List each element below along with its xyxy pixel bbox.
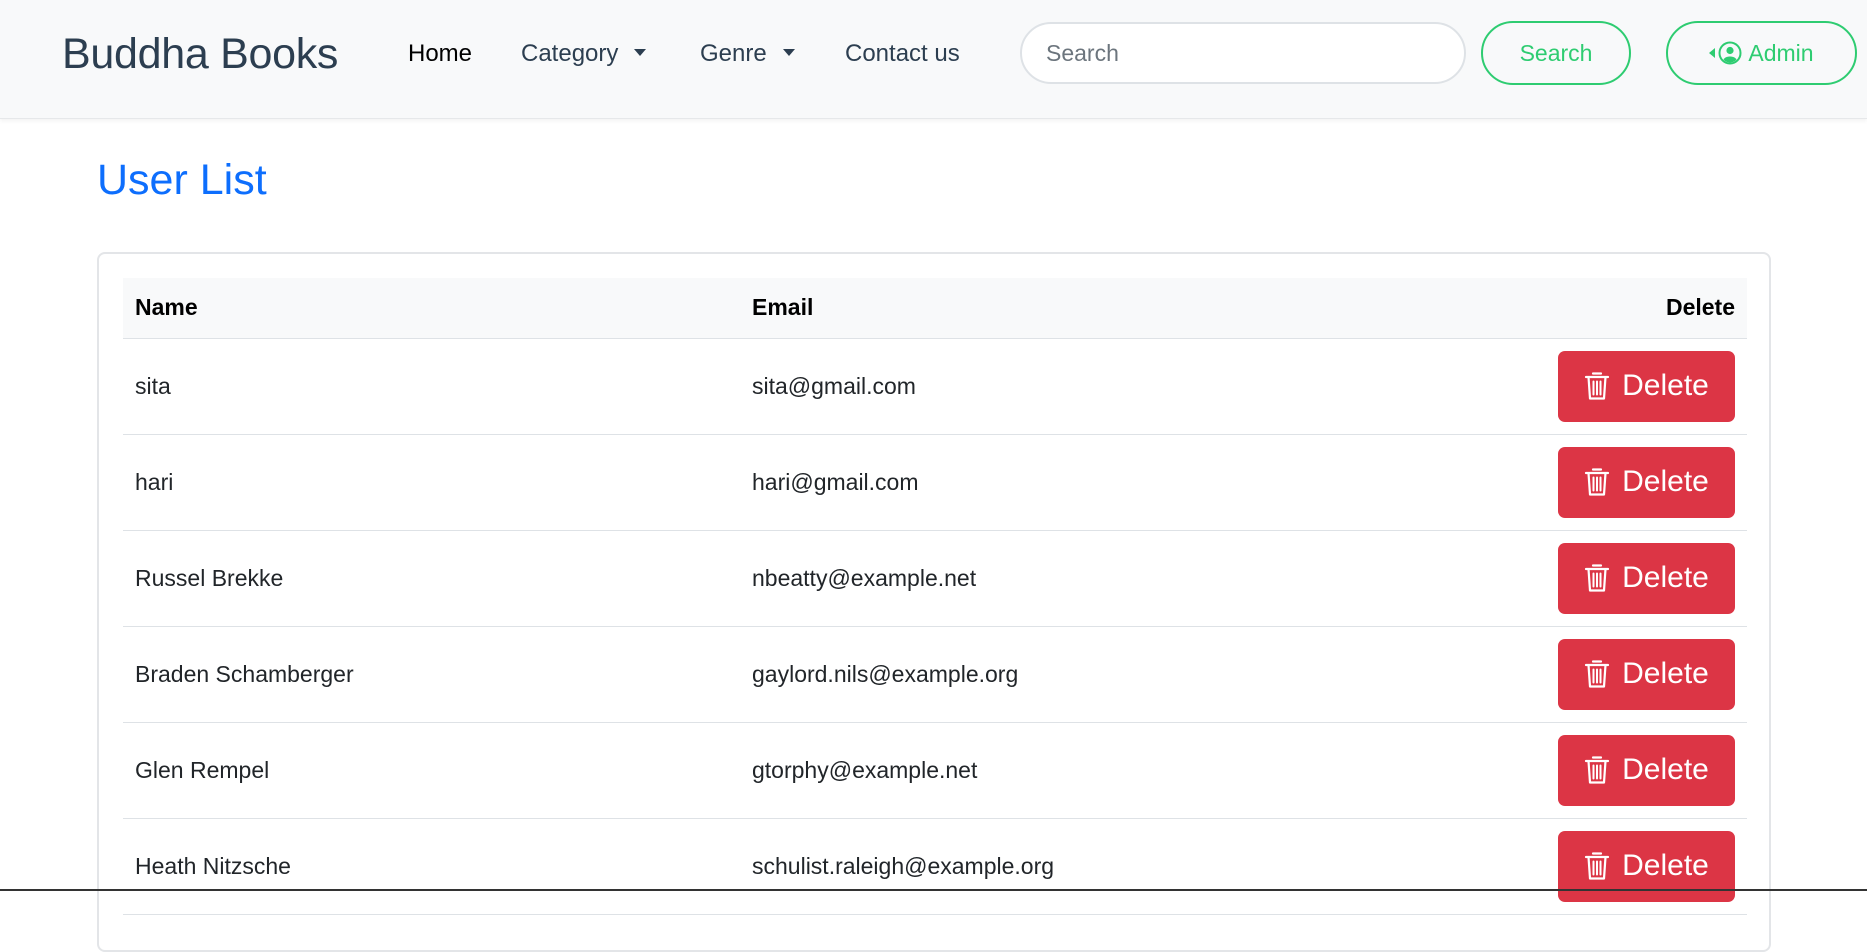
- delete-label: Delete: [1622, 561, 1709, 594]
- chevron-down-icon: [782, 49, 795, 56]
- trash-icon: [1585, 564, 1610, 592]
- brand-logo[interactable]: Buddha Books: [62, 26, 338, 82]
- table-row: Heath Nitzsche schulist.raleigh@example.…: [123, 818, 1747, 914]
- header-name: Name: [123, 278, 740, 339]
- user-name: Russel Brekke: [135, 564, 284, 591]
- user-email: nbeatty@example.net: [752, 564, 977, 591]
- search-button[interactable]: Search: [1481, 21, 1631, 85]
- user-circle-icon: [1718, 41, 1742, 65]
- chevron-down-icon: [634, 49, 647, 56]
- user-name: Heath Nitzsche: [135, 852, 291, 879]
- user-email: sita@gmail.com: [752, 372, 916, 399]
- table-row: Braden Schamberger gaylord.nils@example.…: [123, 626, 1747, 722]
- table-row: hari hari@gmail.com Delete: [123, 434, 1747, 530]
- user-name: Glen Rempel: [135, 756, 270, 783]
- delete-button[interactable]: Delete: [1558, 542, 1735, 614]
- table-row: sita sita@gmail.com Delete: [123, 338, 1747, 434]
- header-delete: Delete: [1534, 278, 1747, 339]
- admin-label: Admin: [1748, 39, 1814, 66]
- delete-label: Delete: [1622, 369, 1709, 402]
- delete-cell: Delete: [1534, 338, 1747, 434]
- delete-button[interactable]: Delete: [1558, 446, 1735, 518]
- caret-left-icon: [1709, 48, 1716, 58]
- nav-genre-label: Genre: [700, 40, 767, 67]
- trash-icon: [1585, 852, 1610, 880]
- table-row: Glen Rempel gtorphy@example.net Delete: [123, 722, 1747, 818]
- navbar: Buddha Books Home Category Genre Contact…: [0, 0, 1867, 119]
- delete-cell: Delete: [1534, 722, 1747, 818]
- delete-button[interactable]: Delete: [1558, 350, 1735, 422]
- user-name: sita: [135, 372, 171, 399]
- user-name: hari: [135, 468, 174, 495]
- trash-icon: [1585, 468, 1610, 496]
- nav-category-dropdown[interactable]: Category: [521, 38, 647, 70]
- table-header-row: Name Email Delete: [123, 278, 1747, 339]
- nav-genre-dropdown[interactable]: Genre: [700, 38, 795, 70]
- delete-label: Delete: [1622, 753, 1709, 786]
- trash-icon: [1585, 660, 1610, 688]
- user-email: schulist.raleigh@example.org: [752, 852, 1055, 879]
- nav-home[interactable]: Home: [408, 38, 472, 70]
- page-title: User List: [97, 156, 267, 204]
- admin-dropdown-button[interactable]: Admin: [1666, 21, 1857, 85]
- delete-cell: Delete: [1534, 818, 1747, 914]
- delete-label: Delete: [1622, 849, 1709, 882]
- nav-category-label: Category: [521, 40, 619, 67]
- trash-icon: [1585, 372, 1610, 400]
- user-email: gtorphy@example.net: [752, 756, 978, 783]
- nav-contact[interactable]: Contact us: [845, 38, 960, 70]
- delete-cell: Delete: [1534, 434, 1747, 530]
- user-name: Braden Schamberger: [135, 660, 354, 687]
- delete-cell: Delete: [1534, 626, 1747, 722]
- table-row: Russel Brekke nbeatty@example.net Delete: [123, 530, 1747, 626]
- header-email: Email: [740, 278, 1534, 339]
- search-input[interactable]: [1020, 22, 1466, 84]
- delete-label: Delete: [1622, 657, 1709, 690]
- delete-cell: Delete: [1534, 530, 1747, 626]
- delete-button[interactable]: Delete: [1558, 638, 1735, 710]
- trash-icon: [1585, 756, 1610, 784]
- delete-label: Delete: [1622, 465, 1709, 498]
- user-email: hari@gmail.com: [752, 468, 919, 495]
- user-list-card: Name Email Delete sita sita@gmail.com De…: [97, 252, 1771, 952]
- user-table: Name Email Delete sita sita@gmail.com De…: [123, 278, 1747, 915]
- user-email: gaylord.nils@example.org: [752, 660, 1019, 687]
- table-body: sita sita@gmail.com Delete hari hari@gma…: [123, 338, 1747, 914]
- delete-button[interactable]: Delete: [1558, 734, 1735, 806]
